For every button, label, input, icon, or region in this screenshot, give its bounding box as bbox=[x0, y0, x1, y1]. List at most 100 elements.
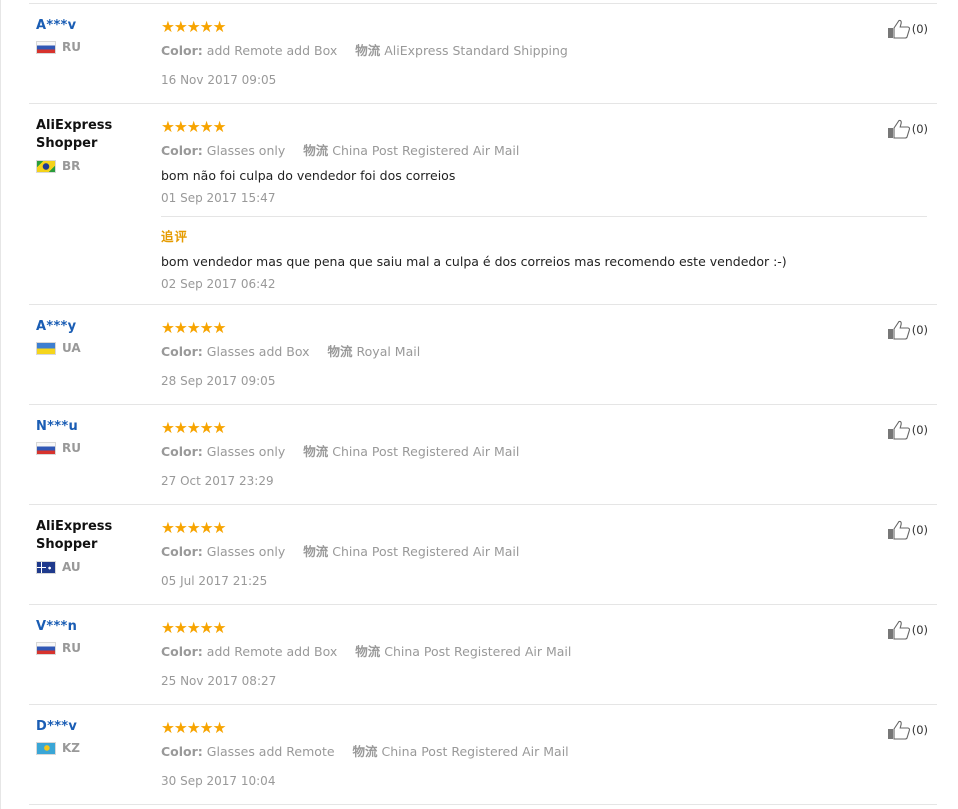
shipping-label: 物流 bbox=[352, 744, 378, 759]
helpful-count: (0) bbox=[911, 22, 928, 36]
color-value: Glasses only bbox=[206, 544, 286, 559]
reviewer-country: RU bbox=[36, 40, 146, 54]
helpful-button[interactable]: (0) bbox=[887, 119, 928, 139]
shipping-label: 物流 bbox=[303, 544, 329, 559]
review-body: ★★★★★ Color: Glasses add Remote 物流 China… bbox=[161, 720, 927, 789]
reviewer-country: RU bbox=[36, 641, 146, 655]
color-value: Glasses only bbox=[206, 143, 286, 158]
flag-kz-icon bbox=[36, 741, 56, 755]
reviewer-info: AliExpress Shopper AU bbox=[36, 518, 146, 574]
star-rating: ★★★★★ bbox=[161, 619, 226, 637]
review-date: 28 Sep 2017 09:05 bbox=[161, 374, 276, 388]
star-rating: ★★★★★ bbox=[161, 118, 226, 136]
helpful-button[interactable]: (0) bbox=[887, 19, 928, 39]
color-label: Color: bbox=[161, 744, 203, 759]
review-date: 30 Sep 2017 10:04 bbox=[161, 774, 276, 788]
review-item: A***v RU ★★★★★ Color: add Remote add Box… bbox=[29, 3, 937, 103]
thumbs-up-icon bbox=[887, 720, 910, 740]
review-body: ★★★★★ Color: Glasses add Box 物流 Royal Ma… bbox=[161, 320, 927, 389]
thumbs-up-icon bbox=[887, 620, 910, 640]
additional-review-text: bom vendedor mas que pena que saiu mal a… bbox=[161, 254, 787, 269]
reviewer-country: UA bbox=[36, 341, 146, 355]
shipping-value: Royal Mail bbox=[356, 344, 421, 359]
helpful-button[interactable]: (0) bbox=[887, 420, 928, 440]
reviewer-country: RU bbox=[36, 441, 146, 455]
review-date: 25 Nov 2017 08:27 bbox=[161, 674, 277, 688]
reviewer-name-link[interactable]: D***v bbox=[36, 718, 146, 735]
order-attributes: Color: Glasses add Box 物流 Royal Mail bbox=[161, 344, 927, 360]
helpful-button[interactable]: (0) bbox=[887, 320, 928, 340]
review-date: 01 Sep 2017 15:47 bbox=[161, 191, 276, 205]
order-attributes: Color: Glasses add Remote 物流 China Post … bbox=[161, 744, 927, 760]
country-code: BR bbox=[62, 159, 81, 173]
color-label: Color: bbox=[161, 43, 203, 58]
color-value: Glasses add Box bbox=[206, 344, 310, 359]
color-label: Color: bbox=[161, 143, 203, 158]
feedback-list: A***v RU ★★★★★ Color: add Remote add Box… bbox=[29, 3, 937, 805]
review-item: A***y UA ★★★★★ Color: Glasses add Box 物流… bbox=[29, 304, 937, 404]
star-rating: ★★★★★ bbox=[161, 519, 226, 537]
shipping-label: 物流 bbox=[355, 43, 381, 58]
shipping-value: China Post Registered Air Mail bbox=[332, 143, 520, 158]
reviewer-info: N***u RU bbox=[36, 418, 146, 455]
helpful-count: (0) bbox=[911, 723, 928, 737]
color-label: Color: bbox=[161, 344, 203, 359]
reviewer-name-link[interactable]: V***n bbox=[36, 618, 146, 635]
review-body: ★★★★★ Color: Glasses only 物流 China Post … bbox=[161, 420, 927, 489]
color-value: Glasses add Remote bbox=[206, 744, 335, 759]
color-label: Color: bbox=[161, 644, 203, 659]
color-label: Color: bbox=[161, 544, 203, 559]
review-body: ★★★★★ Color: add Remote add Box 物流 AliEx… bbox=[161, 19, 927, 88]
reviewer-info: D***v KZ bbox=[36, 718, 146, 755]
flag-ru-icon bbox=[36, 641, 56, 655]
additional-review-title: 追评 bbox=[161, 229, 189, 244]
shipping-value: China Post Registered Air Mail bbox=[332, 444, 520, 459]
order-attributes: Color: Glasses only 物流 China Post Regist… bbox=[161, 544, 927, 560]
reviewer-name-link[interactable]: N***u bbox=[36, 418, 146, 435]
review-item: AliExpress Shopper BR ★★★★★ Color: Glass… bbox=[29, 103, 937, 304]
reviewer-info: AliExpress Shopper BR bbox=[36, 117, 146, 173]
thumbs-up-icon bbox=[887, 119, 910, 139]
flag-ru-icon bbox=[36, 40, 56, 54]
shipping-label: 物流 bbox=[355, 644, 381, 659]
country-code: RU bbox=[62, 441, 81, 455]
review-body: ★★★★★ Color: Glasses only 物流 China Post … bbox=[161, 119, 927, 292]
review-date: 27 Oct 2017 23:29 bbox=[161, 474, 274, 488]
country-code: RU bbox=[62, 641, 81, 655]
shipping-label: 物流 bbox=[303, 143, 329, 158]
reviewer-name-link[interactable]: A***v bbox=[36, 17, 146, 34]
order-attributes: Color: add Remote add Box 物流 AliExpress … bbox=[161, 43, 927, 59]
shipping-label: 物流 bbox=[327, 344, 353, 359]
review-date: 16 Nov 2017 09:05 bbox=[161, 73, 277, 87]
shipping-value: China Post Registered Air Mail bbox=[332, 544, 520, 559]
reviewer-country: AU bbox=[36, 560, 146, 574]
review-text: bom não foi culpa do vendedor foi dos co… bbox=[161, 168, 456, 183]
thumbs-up-icon bbox=[887, 320, 910, 340]
review-item: V***n RU ★★★★★ Color: add Remote add Box… bbox=[29, 604, 937, 704]
review-date: 05 Jul 2017 21:25 bbox=[161, 574, 268, 588]
helpful-button[interactable]: (0) bbox=[887, 520, 928, 540]
review-item: AliExpress Shopper AU ★★★★★ Color: Glass… bbox=[29, 504, 937, 604]
thumbs-up-icon bbox=[887, 19, 910, 39]
review-item: N***u RU ★★★★★ Color: Glasses only 物流 Ch… bbox=[29, 404, 937, 504]
flag-ua-icon bbox=[36, 341, 56, 355]
color-value: add Remote add Box bbox=[206, 644, 338, 659]
star-rating: ★★★★★ bbox=[161, 419, 226, 437]
color-value: add Remote add Box bbox=[206, 43, 338, 58]
helpful-button[interactable]: (0) bbox=[887, 620, 928, 640]
reviewer-name-link[interactable]: A***y bbox=[36, 318, 146, 335]
additional-review: 追评 bom vendedor mas que pena que saiu ma… bbox=[161, 216, 927, 292]
review-body: ★★★★★ Color: add Remote add Box 物流 China… bbox=[161, 620, 927, 689]
flag-br-icon bbox=[36, 159, 56, 173]
shipping-value: China Post Registered Air Mail bbox=[384, 644, 572, 659]
helpful-count: (0) bbox=[911, 323, 928, 337]
reviewer-info: V***n RU bbox=[36, 618, 146, 655]
shipping-label: 物流 bbox=[303, 444, 329, 459]
additional-review-date: 02 Sep 2017 06:42 bbox=[161, 277, 276, 291]
color-label: Color: bbox=[161, 444, 203, 459]
star-rating: ★★★★★ bbox=[161, 18, 226, 36]
star-rating: ★★★★★ bbox=[161, 319, 226, 337]
reviewer-name: AliExpress Shopper bbox=[36, 519, 113, 552]
helpful-button[interactable]: (0) bbox=[887, 720, 928, 740]
reviewer-info: A***v RU bbox=[36, 17, 146, 54]
